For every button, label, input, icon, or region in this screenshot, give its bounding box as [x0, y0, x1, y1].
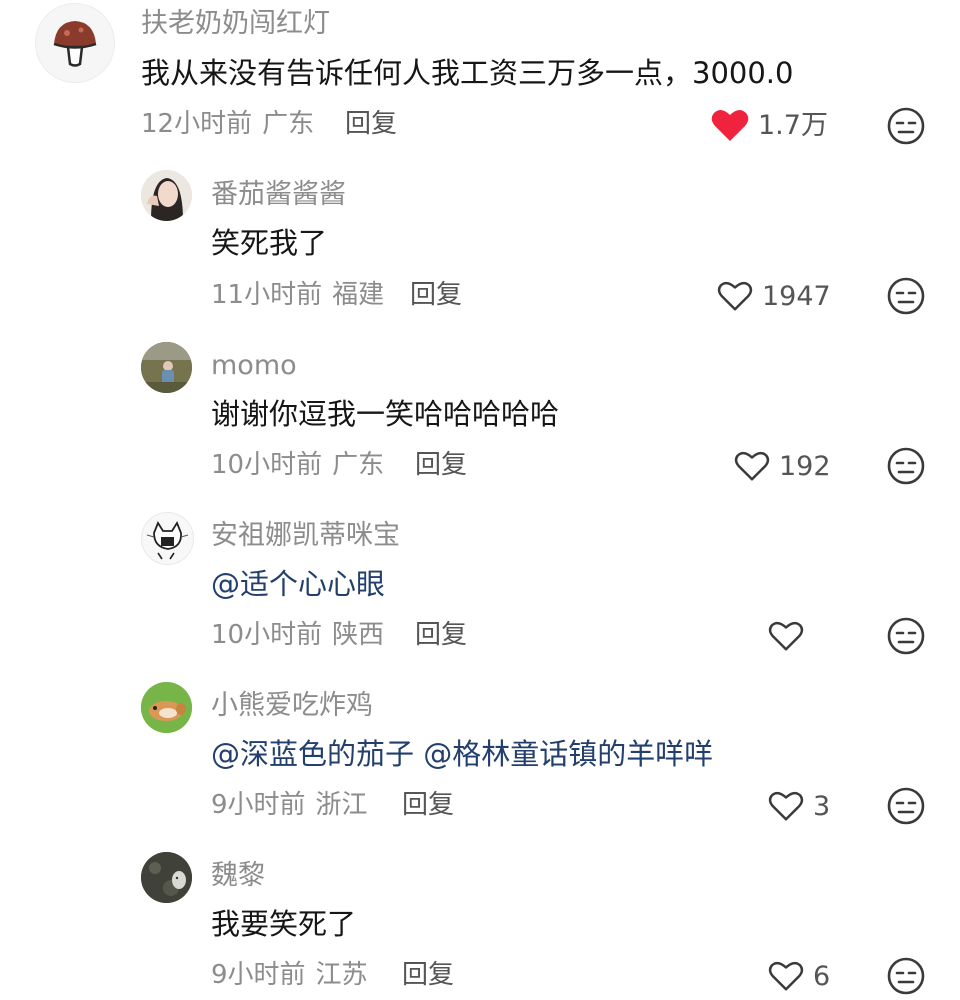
dislike-face-icon [887, 107, 925, 145]
like-button[interactable]: 3 [767, 786, 830, 826]
dislike-button[interactable] [886, 956, 926, 996]
username[interactable]: 魏黎 [211, 862, 265, 889]
comment-time: 11小时前 [211, 280, 323, 310]
reply-button[interactable]: 回复 [415, 452, 467, 478]
dislike-face-icon [887, 447, 925, 485]
like-count: 3 [813, 790, 831, 822]
like-button[interactable]: 6 [767, 956, 830, 996]
dark-photo-icon [141, 852, 192, 903]
reply-button[interactable]: 回复 [345, 111, 397, 137]
comment-text: 笑死我了 [211, 226, 328, 260]
username[interactable]: 番茄酱酱酱 [211, 181, 346, 208]
comment-text: @深蓝色的茄子 @格林童话镇的羊咩咩 [211, 740, 713, 769]
comment-time: 9小时前 [211, 790, 306, 820]
avatar[interactable] [35, 3, 115, 83]
like-button[interactable]: 1.7万 [710, 105, 828, 145]
heart-outline-icon [717, 281, 753, 311]
comment-text: @适个心心眼 [211, 570, 385, 599]
comment-meta: 9小时前 江苏 [211, 962, 368, 988]
username[interactable]: 扶老奶奶闯红灯 [141, 10, 330, 37]
comment-time: 10小时前 [211, 620, 323, 650]
dislike-button[interactable] [886, 106, 926, 146]
mushroom-icon [53, 21, 97, 67]
comment-text: 我从来没有告诉任何人我工资三万多一点，3000.0 [141, 56, 794, 90]
comment-meta: 9小时前 浙江 [211, 792, 368, 818]
comment-time: 10小时前 [211, 450, 323, 480]
username[interactable]: 安祖娜凯蒂咪宝 [211, 522, 400, 549]
dislike-face-icon [887, 957, 925, 995]
username[interactable]: momo [211, 352, 297, 379]
avatar[interactable] [141, 852, 192, 903]
dislike-face-icon [887, 617, 925, 655]
girl-photo-icon [141, 170, 192, 221]
heart-outline-icon [768, 961, 804, 991]
like-count: 1.7万 [758, 109, 828, 141]
reply-button[interactable]: 回复 [415, 622, 467, 648]
comment-meta: 10小时前 陕西 [211, 622, 384, 648]
comment-location: 陕西 [332, 620, 385, 650]
mention-link[interactable]: @适个心心眼 [211, 567, 385, 601]
avatar[interactable] [141, 342, 192, 393]
heart-outline-icon [768, 621, 804, 651]
mention-link[interactable]: @深蓝色的茄子 @格林童话镇的羊咩咩 [211, 737, 713, 771]
like-count: 192 [779, 450, 831, 482]
avatar[interactable] [141, 512, 194, 565]
comment-location: 广东 [262, 109, 315, 139]
like-count: 1947 [762, 280, 831, 312]
heart-outline-icon [768, 791, 804, 821]
dislike-button[interactable] [886, 786, 926, 826]
comment-location: 广东 [332, 450, 385, 480]
comment-location: 江苏 [315, 960, 368, 990]
comment-text: 我要笑死了 [211, 907, 357, 941]
comment-meta: 10小时前 广东 [211, 452, 384, 478]
comment-meta: 12小时前 广东 [141, 111, 314, 137]
username[interactable]: 小熊爱吃炸鸡 [211, 692, 373, 719]
dislike-button[interactable] [886, 276, 926, 316]
avatar[interactable] [141, 170, 192, 221]
like-button[interactable]: 1947 [716, 276, 831, 316]
heart-outline-icon [734, 451, 770, 481]
like-button[interactable] [767, 616, 805, 656]
like-count: 6 [813, 960, 831, 992]
cat-sketch-icon [142, 513, 193, 564]
comment-location: 福建 [332, 280, 385, 310]
comment-meta: 11小时前 福建 [211, 282, 384, 308]
comment-time: 9小时前 [211, 960, 306, 990]
like-button[interactable]: 192 [733, 446, 831, 486]
reply-button[interactable]: 回复 [410, 282, 462, 308]
comment-time: 12小时前 [141, 109, 253, 139]
reply-button[interactable]: 回复 [402, 962, 454, 988]
outdoor-photo-icon [141, 342, 192, 393]
reply-button[interactable]: 回复 [402, 792, 454, 818]
comment-location: 浙江 [315, 790, 368, 820]
comment-text: 谢谢你逗我一笑哈哈哈哈哈 [211, 397, 560, 431]
hamster-photo-icon [141, 682, 192, 733]
dislike-button[interactable] [886, 616, 926, 656]
dislike-face-icon [887, 787, 925, 825]
dislike-face-icon [887, 277, 925, 315]
avatar[interactable] [141, 682, 192, 733]
dislike-button[interactable] [886, 446, 926, 486]
heart-icon [711, 109, 749, 141]
